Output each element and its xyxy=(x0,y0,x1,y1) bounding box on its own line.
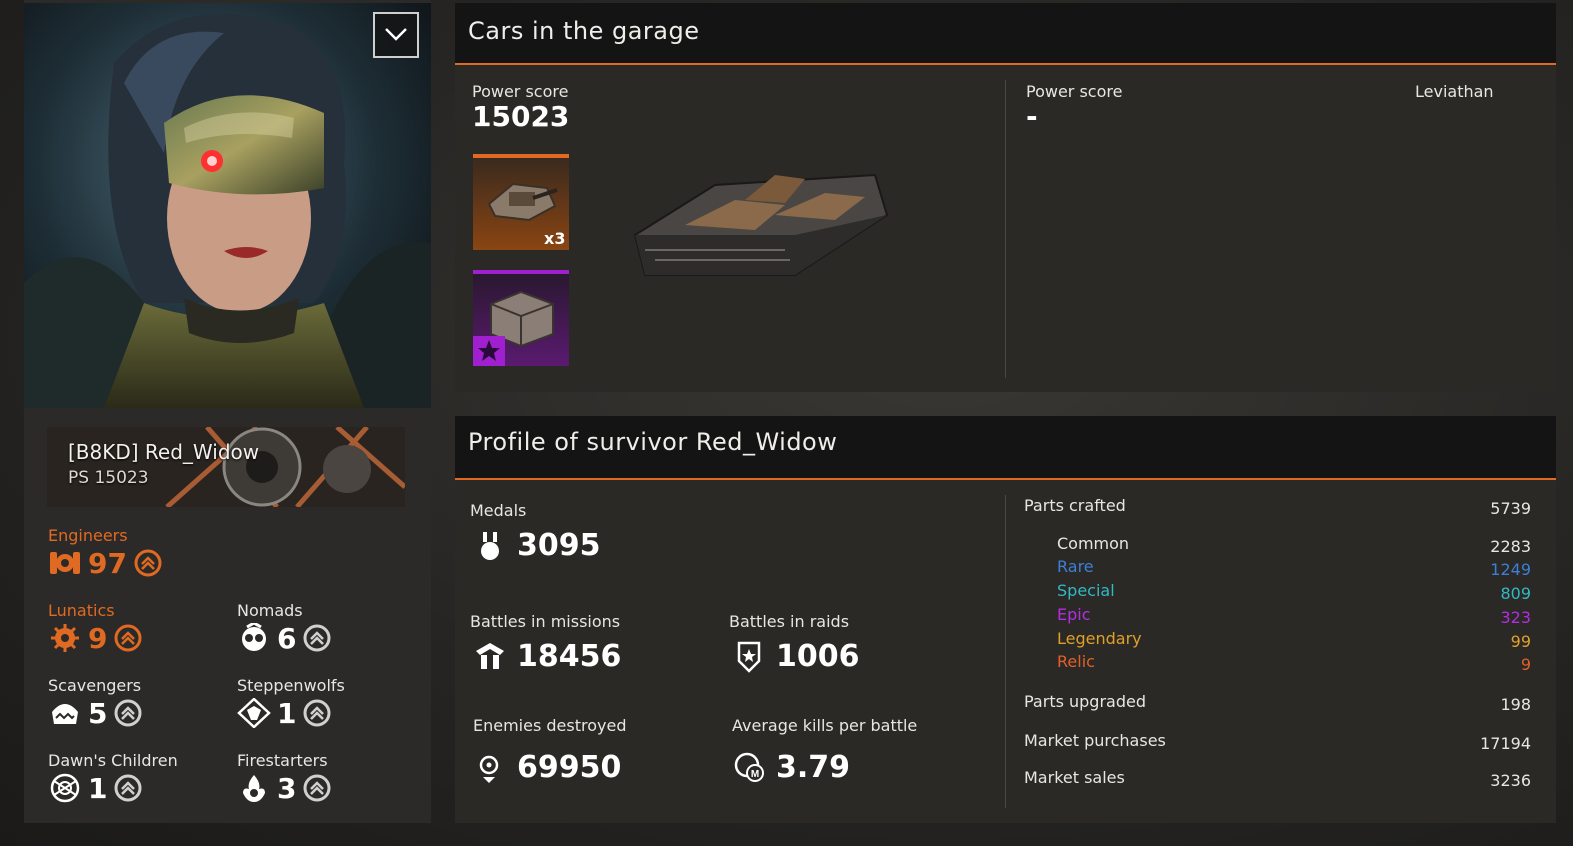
faction-level: 5 xyxy=(88,696,108,730)
faction-lunatics: Lunatics 9 xyxy=(48,601,143,656)
faction-scavengers: Scavengers 5 xyxy=(48,676,143,731)
steppenwolfs-icon xyxy=(237,698,271,728)
car1-slot-count: x3 xyxy=(544,229,566,248)
faction-level: 97 xyxy=(88,546,127,580)
rarity-common-label: Common xyxy=(1057,534,1130,553)
faction-level: 3 xyxy=(277,771,297,805)
rarity-rare-label: Rare xyxy=(1057,557,1094,576)
scavengers-icon xyxy=(52,704,78,724)
avg-kills-icon: M xyxy=(734,752,764,782)
profile-dropdown-button[interactable] xyxy=(373,12,419,58)
faction-name: Engineers xyxy=(48,526,128,545)
medals-label: Medals xyxy=(470,501,527,520)
parts-crafted-value: 5739 xyxy=(1490,499,1531,518)
rarity-special-label: Special xyxy=(1057,581,1115,600)
faction-engineers: Engineers 97 xyxy=(48,526,163,581)
profile-title: Profile of survivor Red_Widow xyxy=(468,428,838,456)
dawns-children-icon xyxy=(50,773,80,803)
parts-crafted-label: Parts crafted xyxy=(1024,496,1126,515)
raids-icon xyxy=(737,641,761,673)
reputation-badge-icon xyxy=(303,774,331,802)
faction-firestarters: Firestarters 3 xyxy=(237,751,332,806)
car2-power-value: - xyxy=(1026,100,1038,133)
market-sales-value: 3236 xyxy=(1490,771,1531,790)
rarity-common-value: 2283 xyxy=(1490,537,1531,556)
faction-nomads: Nomads 6 xyxy=(237,601,332,656)
chevron-down-icon xyxy=(385,28,407,41)
market-purchases-value: 17194 xyxy=(1480,734,1531,753)
rarity-epic-value: 323 xyxy=(1500,608,1531,627)
faction-level: 9 xyxy=(88,621,108,655)
faction-level: 1 xyxy=(277,696,297,730)
svg-text:M: M xyxy=(751,769,759,780)
rarity-relic-label: Relic xyxy=(1057,652,1095,671)
faction-name: Dawn's Children xyxy=(48,751,178,770)
reputation-badge-icon xyxy=(134,549,162,577)
reputation-badge-icon xyxy=(114,699,142,727)
medals-value: 3095 xyxy=(517,528,601,563)
battles-raids-value: 1006 xyxy=(776,639,860,674)
avg-kills-label: Average kills per battle xyxy=(732,716,918,735)
market-purchases-label: Market purchases xyxy=(1024,731,1166,750)
player-avatar xyxy=(24,3,431,408)
car1-part-slot-cabin[interactable] xyxy=(473,270,569,366)
market-sales-label: Market sales xyxy=(1024,768,1125,787)
battles-raids-label: Battles in raids xyxy=(729,612,850,631)
avg-kills-value: 3.79 xyxy=(776,750,851,785)
faction-level: 1 xyxy=(88,771,108,805)
faction-name: Firestarters xyxy=(237,751,328,770)
battles-missions-label: Battles in missions xyxy=(470,612,621,631)
garage-divider xyxy=(1005,80,1006,378)
nomads-icon xyxy=(242,623,266,651)
firestarters-icon xyxy=(243,775,265,802)
lunatics-icon xyxy=(51,624,79,652)
rarity-special-value: 809 xyxy=(1500,584,1531,603)
target-icon xyxy=(479,755,499,783)
rarity-rare-value: 1249 xyxy=(1490,560,1531,579)
reputation-badge-icon xyxy=(114,774,142,802)
reputation-badge-icon xyxy=(114,624,142,652)
faction-name: Scavengers xyxy=(48,676,142,695)
faction-name: Nomads xyxy=(237,601,303,620)
reputation-badge-icon xyxy=(303,624,331,652)
rarity-epic-label: Epic xyxy=(1057,605,1091,624)
reputation-badge-icon xyxy=(303,699,331,727)
car1-vehicle-image[interactable] xyxy=(625,155,895,299)
engineers-icon xyxy=(50,552,80,574)
faction-dawns-children: Dawn's Children 1 xyxy=(48,751,178,806)
faction-steppenwolfs: Steppenwolfs 1 xyxy=(237,676,345,731)
car1-power-label: Power score xyxy=(472,82,569,101)
rarity-legendary-label: Legendary xyxy=(1057,629,1142,648)
enemies-destroyed-value: 69950 xyxy=(517,750,622,785)
parts-upgraded-label: Parts upgraded xyxy=(1024,692,1146,711)
rarity-relic-value: 9 xyxy=(1520,655,1531,674)
car2-name: Leviathan xyxy=(1415,82,1494,101)
rarity-legendary-value: 99 xyxy=(1510,632,1531,651)
garage-title: Cars in the garage xyxy=(468,17,700,45)
profile-divider xyxy=(1005,495,1006,808)
medal-icon xyxy=(481,532,499,560)
faction-level: 6 xyxy=(277,621,297,655)
car1-power-value: 15023 xyxy=(472,100,570,133)
battles-missions-value: 18456 xyxy=(517,639,622,674)
player-name: [B8KD] Red_Widow xyxy=(68,440,260,464)
clan-banner xyxy=(47,427,405,507)
faction-name: Lunatics xyxy=(48,601,115,620)
player-power-score: PS 15023 xyxy=(68,468,149,488)
faction-name: Steppenwolfs xyxy=(237,676,345,695)
cabin-part-icon xyxy=(473,290,554,366)
enemies-destroyed-label: Enemies destroyed xyxy=(473,716,627,735)
parts-upgraded-value: 198 xyxy=(1500,695,1531,714)
car2-power-label: Power score xyxy=(1026,82,1123,101)
missions-icon xyxy=(476,643,504,669)
